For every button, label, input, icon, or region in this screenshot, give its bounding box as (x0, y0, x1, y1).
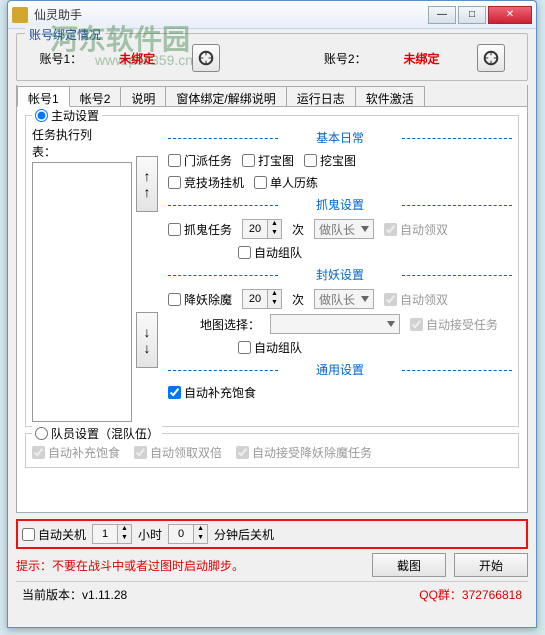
ghost-role-select[interactable]: 做队长 (314, 219, 374, 239)
ck-monster-task[interactable] (168, 293, 181, 306)
app-window: 仙灵助手 — □ ✕ 账号绑定情况 账号1： 未绑定 账号2： 未绑定 帐号1 … (7, 0, 537, 628)
active-radio-label: 主动设置 (51, 107, 99, 124)
version-text: v1.11.28 (82, 588, 127, 602)
team-radio-label: 队员设置（混队伍） (51, 425, 159, 442)
move-up-button[interactable]: ↑↑ (136, 156, 158, 212)
acc1-bind-button[interactable] (192, 44, 220, 72)
monster-section-header: 封妖设置 (168, 266, 512, 283)
basic-section-header: 基本日常 (168, 129, 512, 146)
tab-account1[interactable]: 帐号1 (17, 86, 70, 107)
mins-spinner[interactable]: ▲▼ (168, 524, 208, 544)
active-settings-group: 主动设置 任务执行列表： ↑↑ ↓↓ 基本日常 (25, 115, 519, 427)
acc2-bind-button[interactable] (477, 44, 505, 72)
ck-sect-task[interactable] (168, 154, 181, 167)
ck-monster-double (384, 293, 397, 306)
window-title: 仙灵助手 (34, 6, 426, 23)
acc2-status: 未绑定 (404, 50, 440, 67)
ck-dig-treasure[interactable] (304, 154, 317, 167)
general-section-header: 通用设置 (168, 361, 512, 378)
monster-times-spinner[interactable]: ▲▼ (242, 289, 282, 309)
move-down-button[interactable]: ↓↓ (136, 312, 158, 368)
shutdown-row: 自动关机 ▲▼ 小时 ▲▼ 分钟后关机 (16, 519, 528, 549)
status-bar: 当前版本：v1.11.28 QQ群：372766818 (16, 581, 528, 607)
titlebar[interactable]: 仙灵助手 — □ ✕ (8, 1, 536, 29)
ck-ghost-double (384, 223, 397, 236)
acc2-label: 账号2： (324, 50, 367, 67)
tab-account2[interactable]: 帐号2 (69, 86, 122, 106)
close-button[interactable]: ✕ (488, 6, 532, 24)
ghost-times-spinner[interactable]: ▲▼ (242, 219, 282, 239)
ck-monster-autoteam[interactable] (238, 341, 251, 354)
tab-log[interactable]: 运行日志 (286, 86, 356, 106)
acc1-label: 账号1： (39, 50, 82, 67)
minimize-button[interactable]: — (428, 6, 456, 24)
main-tabs: 帐号1 帐号2 说明 窗体绑定/解绑说明 运行日志 软件激活 主动设置 任务执行… (16, 85, 528, 513)
hours-spinner[interactable]: ▲▼ (92, 524, 132, 544)
acc1-status: 未绑定 (119, 50, 155, 67)
team-radio[interactable] (35, 427, 48, 440)
screenshot-button[interactable]: 截图 (372, 553, 446, 577)
ck-auto-accept (410, 318, 423, 331)
map-select[interactable] (270, 314, 400, 334)
tab-help[interactable]: 说明 (120, 86, 166, 106)
tab-strip: 帐号1 帐号2 说明 窗体绑定/解绑说明 运行日志 软件激活 (17, 85, 527, 107)
ck-treasure-map[interactable] (242, 154, 255, 167)
task-list-label: 任务执行列表： (32, 126, 108, 160)
ck-team-double (134, 446, 147, 459)
ck-team-accept (236, 446, 249, 459)
ck-team-food (32, 446, 45, 459)
qq-number: 372766818 (462, 588, 522, 602)
ghost-section-header: 抓鬼设置 (168, 196, 512, 213)
tab-activate[interactable]: 软件激活 (355, 86, 425, 106)
ck-ghost-task[interactable] (168, 223, 181, 236)
team-settings-group: 队员设置（混队伍） 自动补充饱食 自动领取双倍 自动接受降妖除魔任务 (25, 433, 519, 468)
group-title: 账号绑定情况 (25, 26, 105, 43)
ck-auto-shutdown[interactable] (22, 528, 35, 541)
account-bind-group: 账号绑定情况 账号1： 未绑定 账号2： 未绑定 (16, 33, 528, 81)
map-label: 地图选择： (200, 316, 260, 333)
ck-ghost-autoteam[interactable] (238, 246, 251, 259)
active-radio[interactable] (35, 109, 48, 122)
ck-auto-food[interactable] (168, 386, 181, 399)
task-list[interactable] (32, 162, 132, 422)
ck-solo-train[interactable] (254, 176, 267, 189)
start-button[interactable]: 开始 (454, 553, 528, 577)
tab-bind-help[interactable]: 窗体绑定/解绑说明 (165, 86, 286, 106)
app-icon (12, 7, 28, 23)
ck-arena[interactable] (168, 176, 181, 189)
hint-text: 提示：不要在战斗中或者过图时启动脚步。 (16, 557, 364, 574)
monster-role-select[interactable]: 做队长 (314, 289, 374, 309)
maximize-button[interactable]: □ (458, 6, 486, 24)
